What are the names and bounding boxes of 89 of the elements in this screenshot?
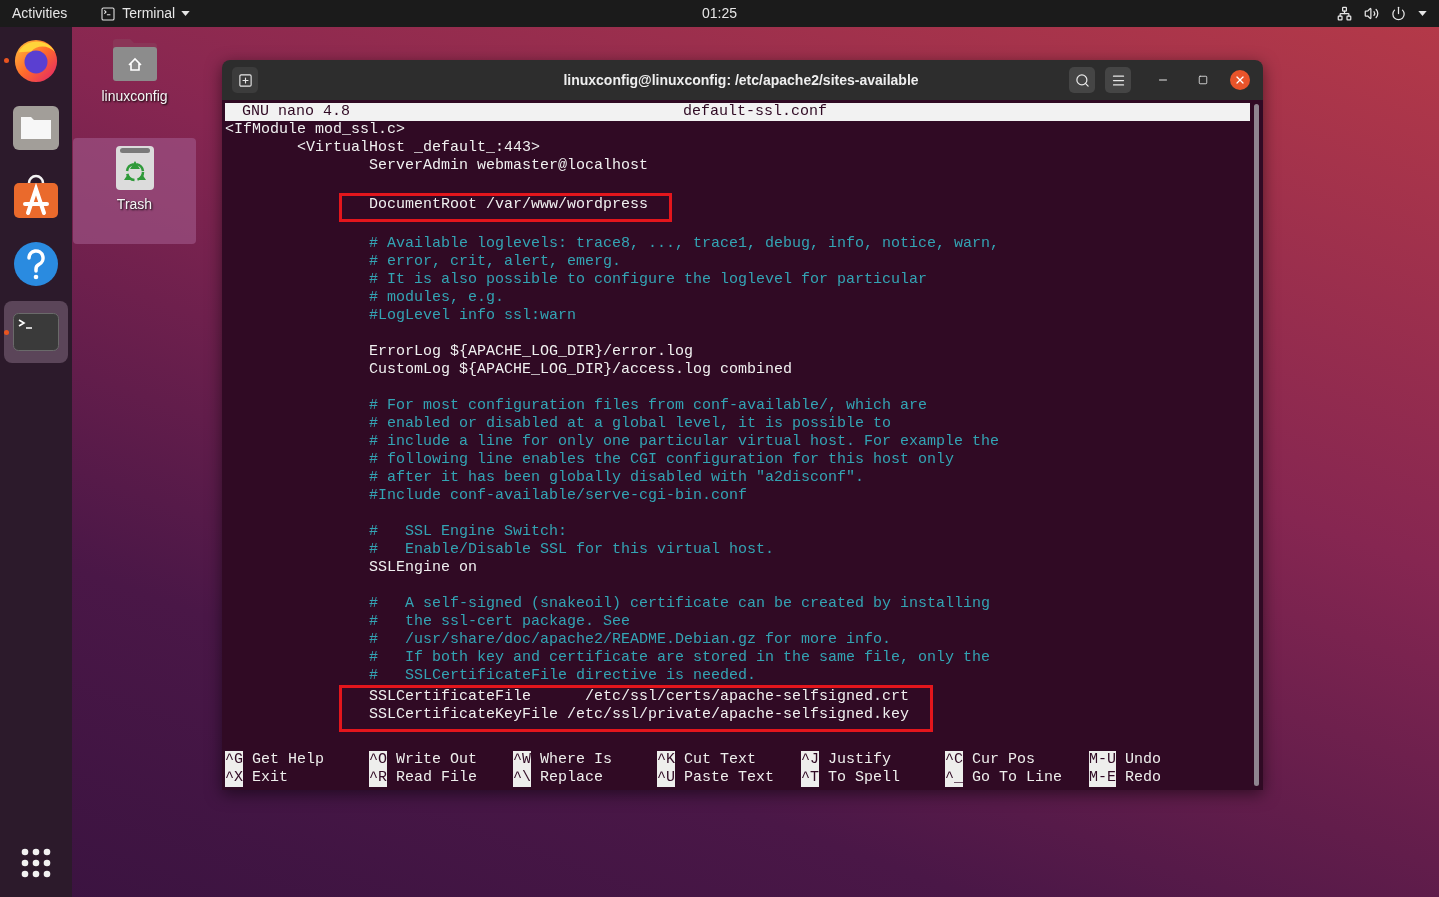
shortcut-label: Go To Line <box>972 769 1063 787</box>
comment-line: # SSLCertificateFile directive is needed. <box>369 667 757 684</box>
comment-line: #LogLevel info ssl:warn <box>369 307 577 324</box>
desktop-icon-label: linuxconfig <box>101 87 168 106</box>
desktop-icon-tile[interactable]: Trash <box>73 138 196 244</box>
shortcut-key: ^X <box>225 769 243 787</box>
trash-icon <box>115 144 154 190</box>
code-line: ServerAdmin webmaster@localhost <box>369 157 649 174</box>
caret-icon <box>181 11 191 16</box>
clock[interactable]: 01:25 <box>701 3 737 24</box>
code-line: ErrorLog ${APACHE_LOG_DIR}/error.log <box>369 343 694 360</box>
comment-line: # For most configuration files from conf-available/, which are <box>369 397 928 414</box>
shortcut-key: ^\ <box>513 769 531 787</box>
scrollbar[interactable] <box>1254 104 1259 786</box>
comment-line: # include a line for only one particular virtual host. For example the <box>369 433 1000 450</box>
shortcut-key: ^R <box>369 769 387 787</box>
comment-line: #Include conf-available/serve-cgi-bin.conf <box>369 487 748 504</box>
activities-button[interactable]: Activities <box>12 3 68 24</box>
shortcut-label: Justify <box>828 751 892 769</box>
comment-line: # /usr/share/doc/apache2/README.Debian.gz for more info. <box>369 631 892 648</box>
code-line: SSLCertificateKeyFile /etc/ssl/private/apache-selfsigned.key <box>369 706 910 723</box>
comment-line: # after it has been globally disabled with "a2disconf". <box>369 469 865 486</box>
code-line: SSLCertificateFile /etc/ssl/certs/apache-selfsigned.crt <box>369 688 910 705</box>
shortcut-label: Undo <box>1125 751 1162 769</box>
shortcut-label: Redo <box>1125 769 1162 787</box>
close-button[interactable] <box>1230 70 1250 90</box>
window-title: linuxconfig@linuxconfig: /etc/apache2/sites-available <box>563 70 919 90</box>
shortcut-key: ^W <box>513 751 531 769</box>
shortcut-label: Write Out <box>396 751 478 769</box>
shortcut-key: M-E <box>1089 769 1116 787</box>
shortcut-key: ^_ <box>945 769 963 787</box>
comment-line: # enabled or disabled at a global level, it is possible to <box>369 415 892 432</box>
code-line: DocumentRoot /var/www/wordpress <box>369 196 649 213</box>
shortcut-key: ^O <box>369 751 387 769</box>
shortcut-label: Paste Text <box>684 769 775 787</box>
new-tab-button[interactable] <box>232 67 258 93</box>
comment-line: # modules, e.g. <box>369 289 505 306</box>
comment-line: # following line enables the CGI configuration for this host only <box>369 451 955 468</box>
comment-line: # Enable/Disable SSL for this virtual host. <box>369 541 775 558</box>
shortcut-label: Cut Text <box>684 751 757 769</box>
code-line: SSLEngine on <box>369 559 478 576</box>
close-icon <box>1234 74 1246 86</box>
shopping-bag-icon <box>13 173 59 219</box>
globe-icon <box>13 37 59 83</box>
shortcut-key: ^C <box>945 751 963 769</box>
home-folder-icon <box>110 38 159 82</box>
volume-icon[interactable] <box>1364 6 1379 21</box>
menu-icon <box>1110 72 1126 88</box>
shortcut-label: Where Is <box>540 751 613 769</box>
comment-line: # error, crit, alert, emerg. <box>369 253 622 270</box>
shortcut-label: Exit <box>252 769 289 787</box>
folder-icon <box>13 106 59 150</box>
terminal-icon <box>100 5 117 22</box>
shortcut-label: Replace <box>540 769 604 787</box>
power-icon[interactable] <box>1391 6 1406 21</box>
comment-line: # the ssl-cert package. See <box>369 613 631 630</box>
comment-line: # A self-signed (snakeoil) certificate can be created by installing <box>369 595 991 612</box>
nano-version: GNU nano 4.8 <box>241 103 352 121</box>
shortcut-key: ^T <box>801 769 819 787</box>
comment-line: # SSL Engine Switch: <box>369 523 568 540</box>
code-line: <VirtualHost _default_:443> <box>297 139 541 156</box>
code-line: <IfModule mod_ssl.c> <box>225 121 406 138</box>
desktop-icon-label: Trash <box>116 195 153 214</box>
code-line: CustomLog ${APACHE_LOG_DIR}/access.log combined <box>369 361 793 378</box>
menu-button[interactable] <box>1105 67 1131 93</box>
shortcut-key: ^G <box>225 751 243 769</box>
shortcut-label: To Spell <box>828 769 901 787</box>
maximize-icon <box>1198 75 1208 85</box>
caret-icon <box>1418 11 1427 16</box>
file-name: default-ssl.conf <box>683 103 828 121</box>
search-icon <box>1074 72 1090 88</box>
network-icon[interactable] <box>1337 6 1352 21</box>
question-icon <box>13 241 59 287</box>
app-grid-icon <box>21 848 51 878</box>
shortcut-key: M-U <box>1089 751 1116 769</box>
shortcut-key: ^U <box>657 769 675 787</box>
search-button[interactable] <box>1069 67 1095 93</box>
shortcut-key: ^K <box>657 751 675 769</box>
comment-line: # If both key and certificate are stored in the same file, only the <box>369 649 991 666</box>
shortcut-label: Get Help <box>252 751 325 769</box>
app-menu[interactable]: Terminal <box>100 3 191 24</box>
shortcut-label: Cur Pos <box>972 751 1036 769</box>
shortcut-label: Read File <box>396 769 478 787</box>
desktop-icon-tile[interactable]: linuxconfig <box>73 32 196 138</box>
shortcut-key: ^J <box>801 751 819 769</box>
square-plus-icon <box>237 72 253 88</box>
comment-line: # It is also possible to configure the loglevel for particular <box>369 271 928 288</box>
terminal-icon <box>13 313 59 351</box>
comment-line: # Available loglevels: trace8, ..., trace1, debug, info, notice, warn, <box>369 235 1000 252</box>
